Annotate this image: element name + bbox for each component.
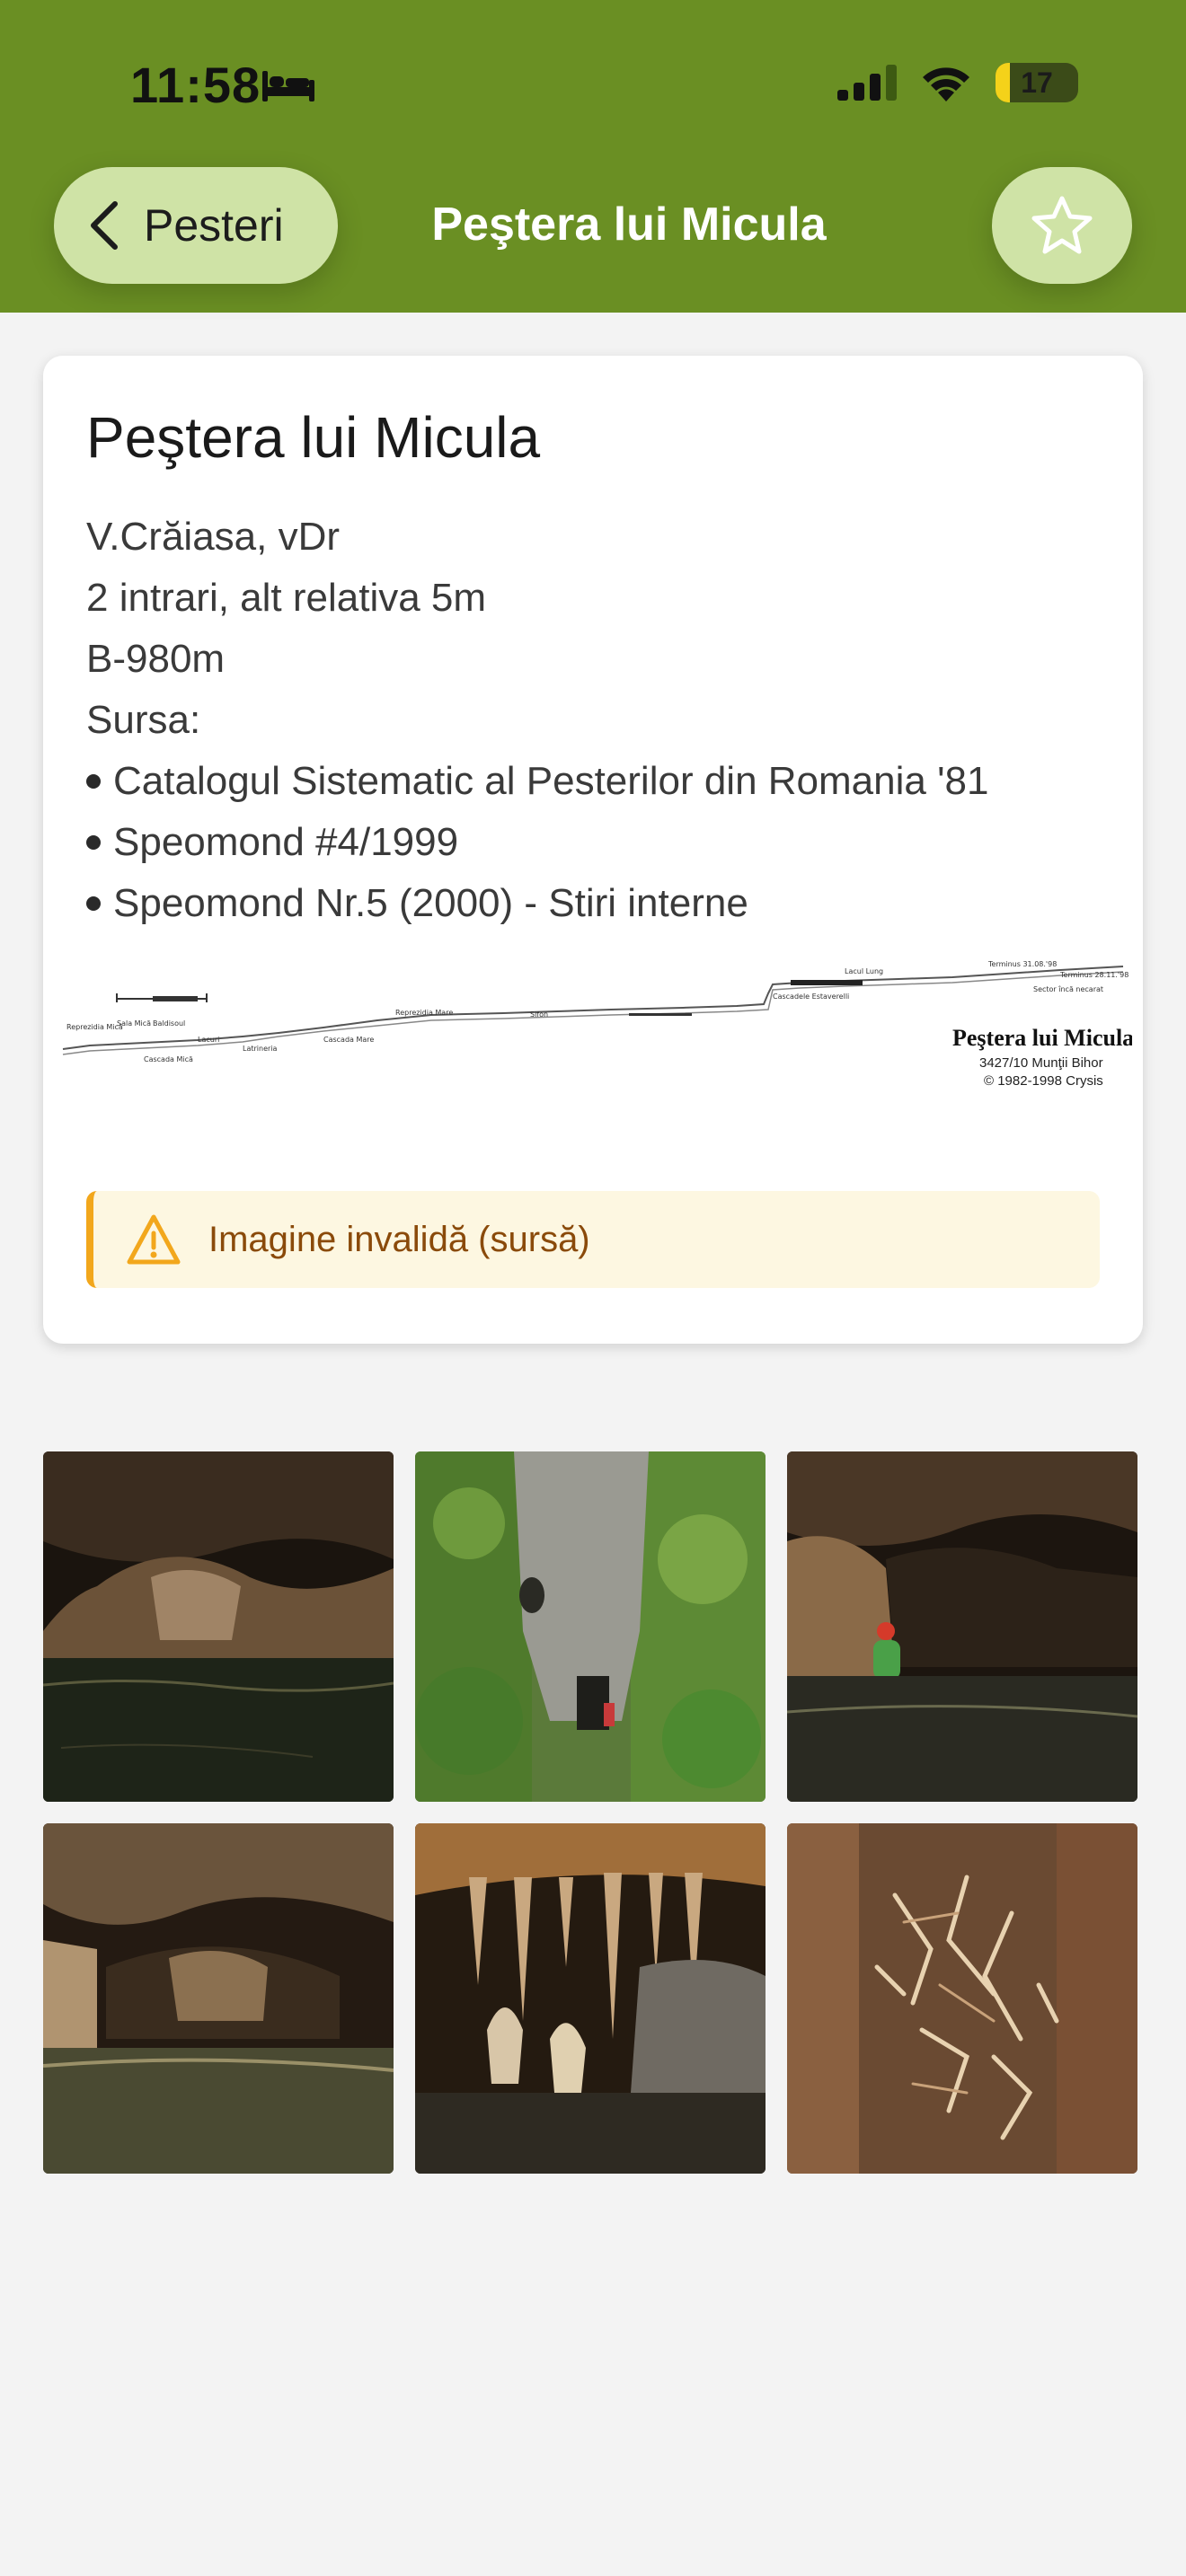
gallery-photo[interactable] [43, 1451, 394, 1802]
lake-marker [629, 1013, 692, 1016]
cave-entrance-image [415, 1451, 766, 1802]
map-label: Sifon [530, 1010, 548, 1019]
crystals-image [787, 1823, 1137, 2174]
favorite-button[interactable] [992, 167, 1132, 284]
map-label: Reprezidia Mare [395, 1009, 453, 1017]
source-text: Speomond Nr.5 (2000) - Stiri interne [113, 881, 748, 925]
wifi-icon [923, 67, 969, 101]
cave-title: Peştera lui Micula [86, 405, 541, 470]
source-item: Speomond #4/1999 [86, 812, 1100, 873]
bullet [86, 835, 101, 850]
cave-location: V.Crăiasa, vDr [86, 515, 341, 559]
bullet [86, 896, 101, 911]
battery-percent: 17 [1021, 66, 1053, 99]
scale-bar [116, 993, 208, 1002]
cave-entrances: 2 intrari, alt relativa 5m [86, 576, 487, 620]
map-copyright: © 1982-1998 Crysis [984, 1073, 1103, 1089]
map-label: Latrineria [243, 1045, 278, 1053]
sleep-focus-icon [262, 71, 314, 101]
map-label: Terminus 31.08.'98 [987, 960, 1057, 968]
underground-lake-image [43, 1823, 394, 2174]
map-label: Cascada Mică [144, 1055, 193, 1063]
cellular-signal-icon [837, 65, 897, 101]
gallery-photo[interactable] [787, 1451, 1137, 1802]
map-label: Baldisoul [153, 1019, 185, 1028]
map-label: Lacul Lung [845, 967, 883, 975]
caver-photo-image [787, 1451, 1137, 1802]
map-label: Lacuri [198, 1036, 219, 1044]
source-item: Speomond Nr.5 (2000) - Stiri interne [86, 873, 1100, 934]
cave-photo-image [43, 1451, 394, 1802]
app-header: 11:58 17 Pesteri Peştera lui Micula [0, 0, 1186, 313]
back-button-label: Pesteri [144, 200, 284, 251]
cave-info-card: Peştera lui Micula V.Crăiasa, vDr 2 intr… [43, 356, 1143, 1344]
warning-text: Imagine invalidă (sursă) [208, 1219, 590, 1259]
map-label: Cascada Mare [323, 1036, 374, 1044]
cave-map-image[interactable]: Reprezidia Mică Sala Mică Baldisoul Lacu… [54, 940, 1132, 1119]
gallery-photo[interactable] [415, 1823, 766, 2174]
gallery-photo[interactable] [43, 1823, 394, 2174]
star-outline-icon [1031, 196, 1093, 254]
bullet [86, 774, 101, 789]
page-title: Peştera lui Micula [431, 198, 827, 251]
sources-heading: Sursa: [86, 698, 201, 742]
source-item: Catalogul Sistematic al Pesterilor din R… [86, 751, 1100, 812]
cave-code: B-980m [86, 637, 226, 681]
lake-marker [791, 980, 863, 985]
source-text: Catalogul Sistematic al Pesterilor din R… [113, 759, 989, 803]
warning-triangle-icon [127, 1214, 181, 1265]
status-indicators: 17 [837, 63, 1078, 102]
status-time: 11:58 [130, 57, 261, 113]
battery-indicator: 17 [996, 63, 1078, 102]
chevron-left-icon [91, 201, 118, 250]
source-list: Catalogul Sistematic al Pesterilor din R… [86, 751, 1100, 934]
map-title: Peştera lui Micula [952, 1025, 1132, 1051]
back-button[interactable]: Pesteri [54, 167, 338, 284]
gallery-photo[interactable] [415, 1451, 766, 1802]
photo-gallery [43, 1451, 1143, 2174]
map-subtitle: 3427/10 Munţii Bihor [979, 1055, 1103, 1071]
invalid-image-warning[interactable]: Imagine invalidă (sursă) [86, 1191, 1100, 1288]
map-label: Reprezidia Mică [66, 1023, 123, 1031]
map-label: Terminus 28.11.'98 [1059, 971, 1128, 979]
gallery-photo[interactable] [787, 1823, 1137, 2174]
source-text: Speomond #4/1999 [113, 820, 459, 864]
stalactites-image [415, 1823, 766, 2174]
map-label: Sala Mică [117, 1019, 151, 1028]
map-label: Cascadele Estaverelli [773, 992, 849, 1001]
map-label: Sector încă necarat [1033, 985, 1103, 993]
